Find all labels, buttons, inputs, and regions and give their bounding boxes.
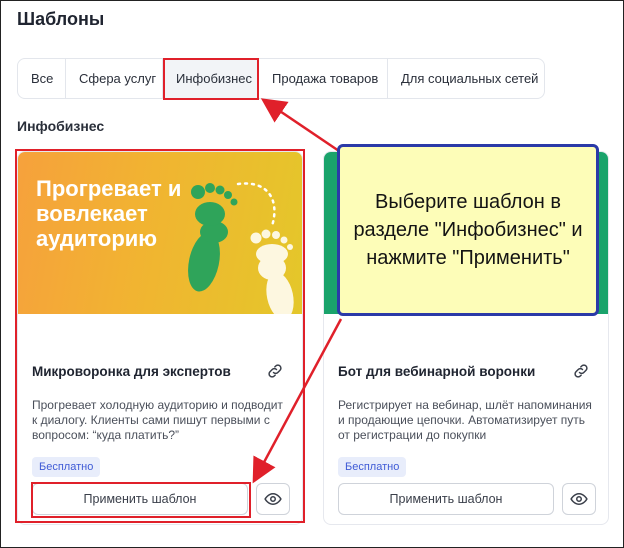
card-description: Регистрирует на вебинар, шлёт напоминани…: [338, 398, 592, 442]
tab-all[interactable]: Все: [18, 59, 66, 98]
free-badge: Бесплатно: [32, 457, 101, 477]
arrow-to-tab: [260, 98, 340, 153]
apply-template-button[interactable]: Применить шаблон: [32, 483, 248, 515]
category-tabs: Все Сфера услуг Инфобизнес Продажа товар…: [17, 58, 545, 99]
card-cover-image: Прогревает и вовлекает аудиторию: [18, 152, 302, 314]
tab-social[interactable]: Для социальных сетей: [388, 59, 551, 98]
card-title: Микроворонка для экспертов: [32, 364, 231, 379]
preview-button[interactable]: [256, 483, 290, 515]
tab-services[interactable]: Сфера услуг: [66, 59, 163, 98]
tab-infobusiness[interactable]: Инфобизнес: [163, 59, 259, 98]
footprints-illustration: [188, 182, 294, 314]
card-title: Бот для вебинарной воронки: [338, 364, 536, 379]
apply-template-button[interactable]: Применить шаблон: [338, 483, 554, 515]
link-icon[interactable]: [572, 362, 590, 380]
card-description: Прогревает холодную аудиторию и подводит…: [32, 398, 283, 442]
free-badge: Бесплатно: [338, 457, 407, 477]
eye-icon: [264, 492, 282, 506]
screenshot-frame: Шаблоны Все Сфера услуг Инфобизнес Прода…: [0, 0, 624, 548]
section-title: Инфобизнес: [17, 118, 105, 134]
preview-button[interactable]: [562, 483, 596, 515]
tab-goods[interactable]: Продажа товаров: [259, 59, 388, 98]
instruction-callout: Выберите шаблон в разделе "Инфобизнес" и…: [337, 144, 599, 316]
link-icon[interactable]: [266, 362, 284, 380]
eye-icon: [570, 492, 588, 506]
page-title: Шаблоны: [17, 9, 105, 29]
template-card-experts[interactable]: Прогревает и вовлекает аудиторию Микрово…: [17, 151, 303, 525]
